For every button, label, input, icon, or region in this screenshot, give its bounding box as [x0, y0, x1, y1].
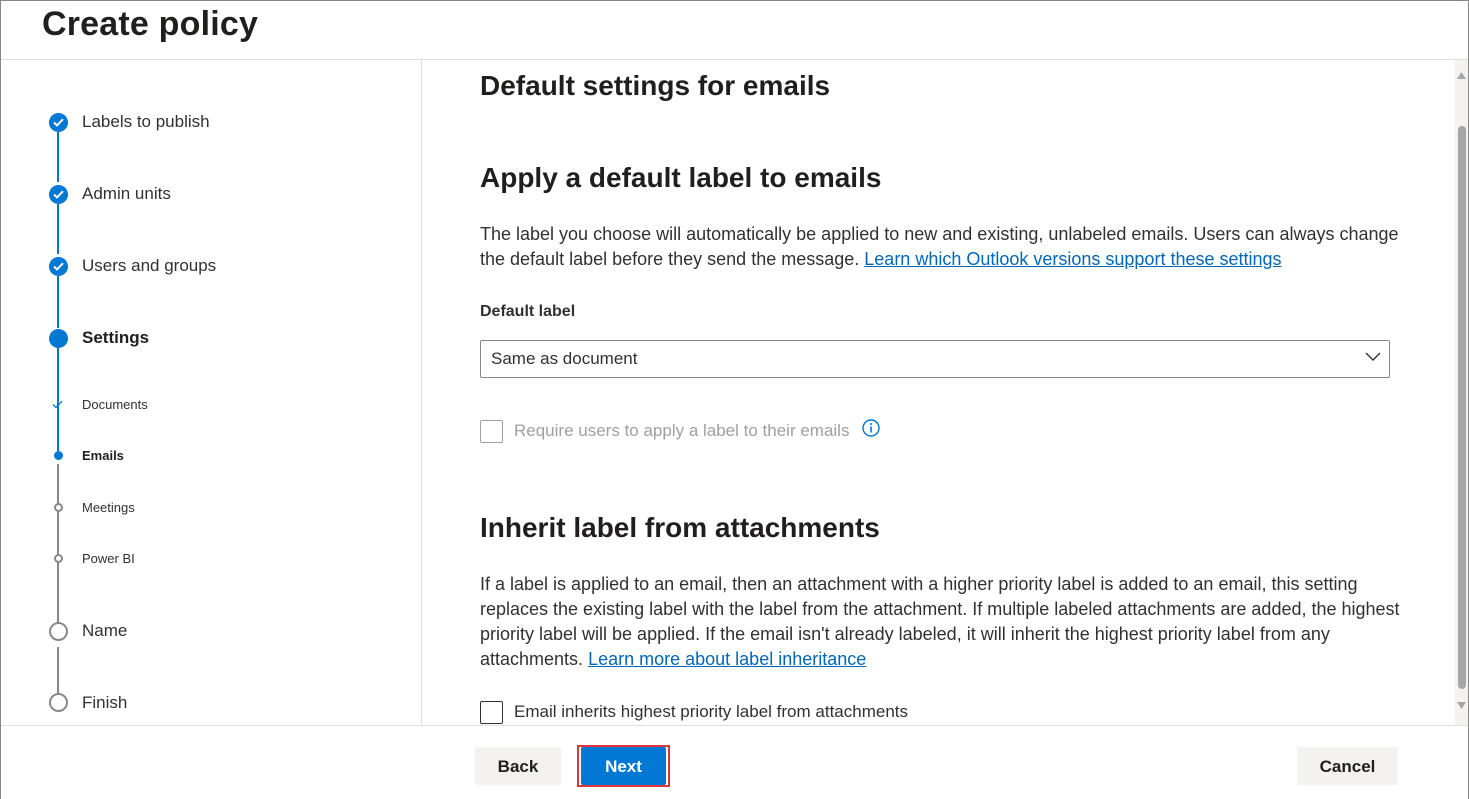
- next-button[interactable]: Next: [581, 747, 666, 785]
- scroll-up-arrow-icon[interactable]: [1457, 72, 1466, 79]
- chevron-down-icon: [1365, 352, 1381, 361]
- page-title: Create policy: [42, 5, 259, 43]
- inherit-label-description: If a label is applied to an email, then …: [480, 572, 1400, 672]
- inherit-label-heading: Inherit label from attachments: [480, 512, 880, 543]
- scrollbar-thumb[interactable]: [1458, 126, 1466, 689]
- info-icon[interactable]: [861, 418, 881, 438]
- substep-emails[interactable]: Emails: [82, 448, 124, 463]
- step-connector: [57, 276, 59, 328]
- step-admin-units[interactable]: Admin units: [82, 184, 171, 204]
- step-upcoming-circle-icon: [49, 622, 68, 641]
- apply-default-label-description: The label you choose will automatically …: [480, 222, 1400, 272]
- wizard-steps-nav: Labels to publish Admin units Users and …: [1, 60, 422, 725]
- inherit-label-checkbox[interactable]: [480, 701, 503, 724]
- step-complete-check-icon: [49, 113, 68, 132]
- panel-header: Create policy: [1, 1, 1468, 60]
- step-labels-to-publish[interactable]: Labels to publish: [82, 112, 210, 132]
- next-button-highlight: Next: [577, 745, 670, 787]
- apply-default-label-heading: Apply a default label to emails: [480, 162, 882, 193]
- substep-current-dot-icon: [54, 451, 63, 460]
- step-name[interactable]: Name: [82, 621, 127, 641]
- step-connector: [57, 132, 59, 182]
- step-current-dot-icon: [49, 329, 68, 348]
- label-inheritance-link[interactable]: Learn more about label inheritance: [588, 649, 866, 669]
- scroll-down-arrow-icon[interactable]: [1457, 702, 1466, 709]
- step-upcoming-circle-icon: [49, 693, 68, 712]
- default-label-dropdown[interactable]: Same as document: [480, 340, 1390, 378]
- back-button[interactable]: Back: [475, 747, 561, 785]
- substep-check-icon: [52, 400, 63, 409]
- content-scrollbar[interactable]: [1455, 60, 1468, 725]
- step-settings[interactable]: Settings: [82, 328, 149, 348]
- require-label-text: Require users to apply a label to their …: [514, 421, 850, 440]
- step-connector: [57, 647, 59, 693]
- section-heading: Default settings for emails: [480, 70, 831, 101]
- require-label-checkbox[interactable]: [480, 420, 503, 443]
- step-finish[interactable]: Finish: [82, 693, 127, 713]
- step-complete-check-icon: [49, 257, 68, 276]
- substep-meetings[interactable]: Meetings: [82, 500, 135, 515]
- inherit-label-text: Email inherits highest priority label fr…: [514, 702, 908, 721]
- step-complete-check-icon: [49, 185, 68, 204]
- cancel-button[interactable]: Cancel: [1297, 747, 1398, 785]
- step-connector: [57, 204, 59, 254]
- step-users-and-groups[interactable]: Users and groups: [82, 256, 216, 276]
- step-connector: [57, 347, 59, 451]
- default-label-title: Default label: [480, 303, 576, 320]
- step-connector: [57, 464, 59, 624]
- substep-upcoming-dot-icon: [54, 503, 63, 512]
- outlook-versions-link[interactable]: Learn which Outlook versions support the…: [864, 249, 1281, 269]
- substep-power-bi[interactable]: Power BI: [82, 551, 135, 566]
- wizard-footer: Back Next Cancel: [1, 725, 1468, 799]
- default-label-value: Same as document: [491, 349, 638, 368]
- settings-content: Default settings for emails Apply a defa…: [422, 60, 1455, 725]
- substep-documents[interactable]: Documents: [82, 397, 148, 412]
- create-policy-panel: Create policy Labels to publish Admin un…: [0, 0, 1469, 799]
- substep-upcoming-dot-icon: [54, 554, 63, 563]
